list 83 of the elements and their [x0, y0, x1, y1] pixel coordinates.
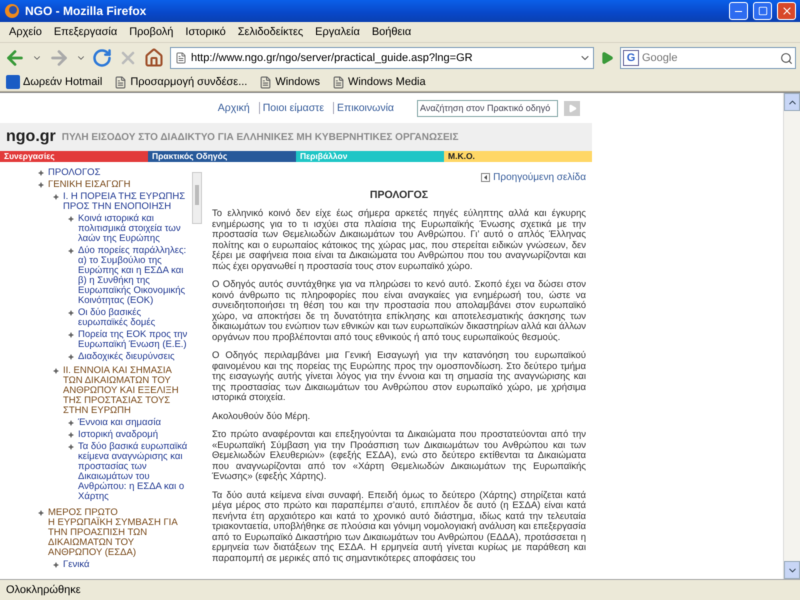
- search-bar[interactable]: G Google: [620, 47, 796, 69]
- page-icon: [332, 76, 345, 88]
- menu-item[interactable]: Προβολή: [124, 24, 178, 40]
- play-icon: [568, 104, 576, 112]
- scroll-up-button[interactable]: [784, 93, 800, 111]
- section-tab[interactable]: Πρακτικός Οδηγός: [148, 151, 296, 162]
- page-scrollbar[interactable]: [783, 93, 800, 579]
- toc-link[interactable]: Πορεία της ΕΟΚ προς την Ευρωπαϊκή Ένωση (Ε.Ε.): [78, 330, 188, 350]
- paragraph: Ο Οδηγός περιλαμβάνει μια Γενική Εισαγωγή για την κατανόηση του ευρωπαϊκού φαινομένου και της πορείας της Ευρώπης προς την ομοσπονδίωση. Στο δεύτερο τμήμα της εισαγωγής αυτής γίνεται λόγος για την έννοια και τη σημασία της αναγνώρισης και της προστασίας των Δικαιωμάτων του Ανθρώπου στον ευρωπαϊκό χώρο, με χρήσιμα ιστορικά στοιχεία.: [212, 351, 586, 404]
- bookmark-link[interactable]: Δωρεάν Hotmail: [6, 75, 102, 89]
- bookmark-link[interactable]: Windows: [259, 76, 320, 88]
- toc-link[interactable]: Κοινά ιστορικά και πολιτισμικά στοιχεία των λαών της Ευρώπης: [78, 214, 188, 244]
- maximize-icon: [758, 6, 768, 16]
- menu-item[interactable]: Εργαλεία: [310, 24, 365, 40]
- toc-link[interactable]: Οι δύο βασικές ευρωπαϊκές δομές: [78, 308, 188, 328]
- home-button[interactable]: [144, 48, 164, 68]
- top-link[interactable]: Επικοινωνία: [333, 102, 397, 114]
- minimize-button[interactable]: [729, 2, 748, 20]
- toc-link[interactable]: I. Η ΠΟΡΕΙΑ ΤΗΣ ΕΥΡΩΠΗΣ ΠΡΟΣ ΤΗΝ ΕΝΟΠΟΙΗΣΗ: [63, 192, 188, 212]
- top-link[interactable]: Αρχική: [214, 102, 253, 114]
- page-icon: [175, 52, 187, 64]
- menu-item[interactable]: Ιστορικό: [180, 24, 231, 40]
- menu-item[interactable]: Σελιδοδείκτες: [232, 24, 308, 40]
- paragraph: Στο πρώτο αναφέρονται και επεξηγούνται τα Δικαιώματα που προστατεύονται από την «Ευρωπαϊκή Σύμβαση για την Προάσπιση των Δικαιωμάτων του Ανθρώπου και των Θεμελιωδών Ελευθεριών» (εφεξής ΕΣΔΑ), ενώ στο δεύτερο εκτίθενται τα Δικαιώματα που αναγνωρίζονται από τον «Χάρτη Θεμελιωδών Δικαιωμάτων της Ευρωπαϊκής Ένωσης» (εφεξής Χάρτης).: [212, 430, 586, 482]
- bookmark-link[interactable]: Windows Media: [332, 76, 426, 88]
- page-icon: [114, 76, 128, 88]
- bullet-icon: [38, 510, 44, 516]
- back-arrow-icon: [481, 173, 490, 182]
- bullet-icon: [53, 368, 59, 374]
- bullet-icon: [68, 216, 74, 222]
- menu-item[interactable]: Αρχείο: [4, 24, 47, 40]
- toc-link[interactable]: ΠΡΟΛΟΓΟΣ: [48, 168, 100, 178]
- back-button[interactable]: [4, 47, 26, 69]
- toc-link[interactable]: II. ΕΝΝΟΙΑ ΚΑΙ ΣΗΜΑΣΙΑ ΤΩΝ ΔΙΚΑΙΩΜΑΤΩΝ ΤΟΥ ΑΝΘΡΩΠΟΥ ΚΑΙ ΕΞΕΛΙΞΗ ΤΗΣ ΠΡΟΣΤΑΣΙΑΣ ΤΟΥΣ ΣΤΗΝ ΕΥΡΩΠΗ: [63, 366, 188, 416]
- bullet-icon: [53, 562, 59, 568]
- paragraph: Ο Οδηγός αυτός συντάχθηκε για να πληρώσει το κενό αυτό. Σκοπό έχει να δώσει στον κοινό άνθρωπο τις πληροφορίες που είναι αναγκαίες για ενημέρωσή του, ώστε να συνειδητοποιήσει τη θέση του και την προστασία που απολαμβάνει στον ευρωπαϊκό χώρο, να αποκτήσει δε τη δυνατότητα επίκλησης και αποτελεσματικής άσκησης των δικαιωμάτων του ενώπιον των εθνικών και των ευρωπαϊκών δικαστηρίων αλλά και άλλων οργάνων που προβλέπονται από τους εθνικούς ή από τους ευρωπαϊκούς θεσμούς.: [212, 280, 586, 343]
- status-text: Ολοκληρώθηκε: [0, 579, 800, 600]
- bullet-icon: [68, 248, 74, 254]
- toc-link[interactable]: Δύο πορείες παράλληλες: α) το Συμβούλιο της Ευρώπης και η ΕΣΔΑ και β) η Συνθήκη της Ευρωπαϊκής Οικονομικής Κοινότητας (ΕΟΚ): [78, 246, 188, 306]
- bullet-icon: [68, 332, 74, 338]
- site-tagline: ΠΥΛΗ ΕΙΣΟΔΟΥ ΣΤΟ ΔΙΑΔΙΚΤΥΟ ΓΙΑ ΕΛΛΗΝΙΚΕΣ ΜΗ ΚΥΒΕΡΝΗΤΙΚΕΣ ΟΡΓΑΝΩΣΕΙΣ: [62, 132, 458, 142]
- paragraph: Το ελληνικό κοινό δεν είχε έως σήμερα αρκετές πηγές εύληπτης αλλά και έγκυρης ενημέρωσης για το τι ισχύει στα πλαίσια της Ευρωπαϊκής Ένωσης σχετικά με την προστασία των Θεμελιωδών Δικαιωμάτων του Ανθρώπου. Γι’ αυτό ο απλός Έλληνας πολίτης και ο ευρωπαίος κάτοικος της χώρας μας, που στερείται ειδικών γνώσεων, δεν ξέρει με σαφήνεια ποια είναι τα Δικαιώματα του Ανθρώπου που του αναγνωρίζονται και πώς έχει οργανωθεί η προστασία τους στον ευρωπαϊκό χώρο.: [212, 209, 586, 272]
- bullet-icon: [68, 310, 74, 316]
- previous-page-link[interactable]: Προηγούμενη σελίδα: [481, 172, 586, 183]
- toc-link[interactable]: Τα δύο βασικά ευρωπαϊκά κείμενα αναγνώρισης και προστασίας των Δικαιωμάτων του Ανθρώπου: η ΕΣΔΑ και ο Χάρτης: [78, 442, 188, 502]
- paragraph: Τα δύο αυτά κείμενα είναι συναφή. Επειδή όμως το δεύτερο (Χάρτης) στηρίζεται κατά μέγα μέρος στο πρώτο και παραπέμπει σ’αυτό, επιπλέον δε αυτό (η ΕΣΔΑ) είναι κατά πενήντα έτη αρχαιότερο και κατά το χρονικό αυτό διάστημα, ιδίως κατά την τελευταία τριακονταετία, υποβλήθηκε σε πλούσια και γόνιμη νομολογιακή ανάλυση και επεξεργασία από το Ευρωπαϊκό Δικαστήριο των Δικαιωμάτων του Ανθρώπου (ΕΔΔΑ), προτάσσεται η ερμηνεία των διατάξεων της ΕΣΔΑ. Η ερμηνεία αυτή γίνεται κυρίως με παράθεση και παραπομπή σε μερικές από τις σημαντικότερες αποφάσεις του: [212, 490, 586, 564]
- section-tab[interactable]: Μ.Κ.Ο.: [444, 151, 592, 162]
- search-engine-mark[interactable]: G: [623, 50, 639, 66]
- site-search-field[interactable]: Αναζήτηση στον Πρακτικό οδηγό: [417, 100, 558, 116]
- bookmark-link[interactable]: Προσαρμογή συνδέσε...: [114, 76, 248, 88]
- bullet-icon: [53, 194, 59, 200]
- toc-link[interactable]: ΓΕΝΙΚΗ ΕΙΣΑΓΩΓΗ: [48, 180, 131, 190]
- site-icon: [6, 75, 20, 89]
- close-button[interactable]: [777, 2, 796, 20]
- paragraph: Ακολουθούν δύο Μέρη.: [212, 412, 312, 422]
- bullet-icon: [68, 444, 74, 450]
- search-icon[interactable]: [780, 52, 793, 64]
- maximize-button[interactable]: [753, 2, 772, 20]
- bullet-icon: [68, 420, 74, 426]
- toc-link[interactable]: ΜΕΡΟΣ ΠΡΩΤΟ Η ΕΥΡΩΠΑΪΚΗ ΣΥΜΒΑΣΗ ΓΙΑ ΤΗΝ ΠΡΟΑΣΠΙΣΗ ΤΩΝ ΔΙΚΑΙΩΜΑΤΩΝ ΤΟΥ ΑΝΘΡΩΠΟΥ (ΕΣΔΑ): [48, 508, 188, 558]
- bullet-icon: [38, 182, 44, 188]
- toc-link[interactable]: Έννοια και σημασία: [78, 418, 161, 428]
- address-bar[interactable]: http://www.ngo.gr/ngo/server/practical_guide.asp?lng=GR: [170, 47, 594, 69]
- page-icon: [259, 76, 272, 88]
- reload-button[interactable]: [92, 48, 112, 68]
- toc-link[interactable]: Διαδοχικές διευρύνσεις: [78, 352, 175, 362]
- bullet-icon: [38, 170, 44, 176]
- section-tab[interactable]: Συνεργασίες: [0, 151, 148, 162]
- article-title: ΠΡΟΛΟΓΟΣ: [368, 189, 430, 201]
- sidebar-scrollbar[interactable]: [192, 172, 202, 224]
- menu-item[interactable]: Επεξεργασία: [48, 24, 122, 40]
- window-title: NGO - Mozilla Firefox: [25, 4, 148, 18]
- bullet-icon: [68, 432, 74, 438]
- go-button[interactable]: [600, 51, 614, 65]
- scroll-down-button[interactable]: [784, 561, 800, 579]
- toc-link[interactable]: Ιστορική αναδρομή: [78, 430, 158, 440]
- top-link[interactable]: Ποιοι είμαστε: [258, 102, 328, 114]
- toc-link[interactable]: Γενικά: [63, 560, 90, 570]
- bullet-icon: [68, 354, 74, 360]
- browser-logo-icon: [4, 3, 20, 19]
- site-logo: ngo.gr: [6, 128, 56, 146]
- close-icon: [780, 5, 792, 17]
- menu-item[interactable]: Βοήθεια: [366, 24, 416, 40]
